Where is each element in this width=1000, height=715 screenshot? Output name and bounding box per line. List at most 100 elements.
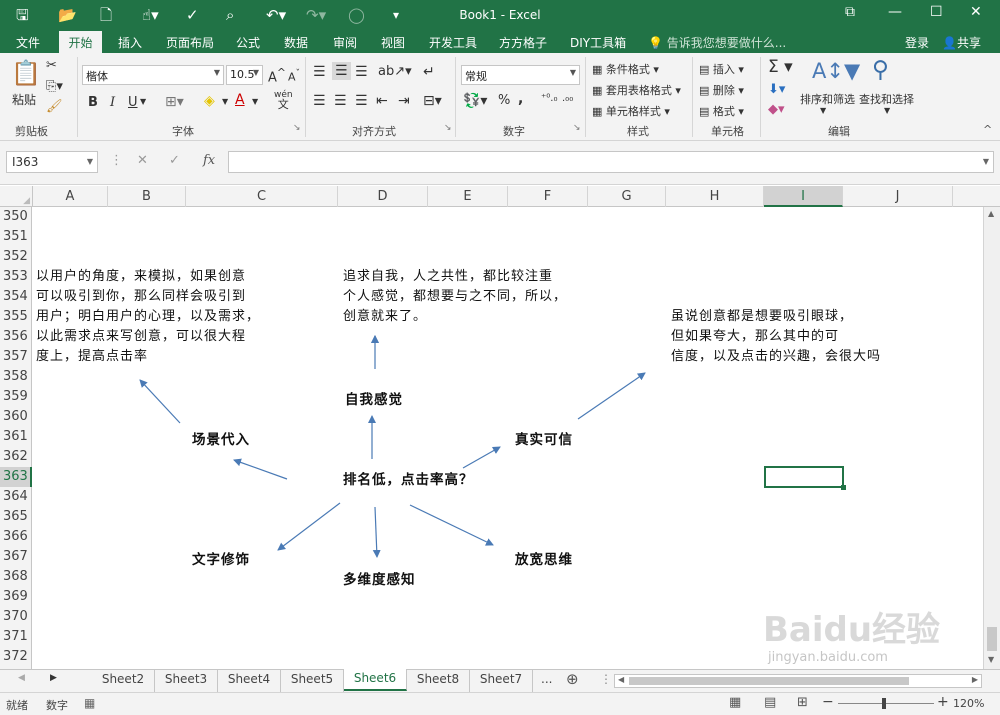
macro-record-icon[interactable]: ▦ <box>84 696 95 710</box>
sheet-tab-sheet3[interactable]: Sheet3 <box>155 670 218 692</box>
scroll-left-icon[interactable]: ◀ <box>618 675 624 684</box>
row-header[interactable]: 372 <box>0 647 32 667</box>
italic-button[interactable]: I <box>110 95 115 110</box>
tab-page-layout[interactable]: 页面布局 <box>166 34 214 51</box>
autosum-icon[interactable]: Σ ▾ <box>768 57 793 77</box>
row-header[interactable]: 360 <box>0 407 32 427</box>
format-painter-icon[interactable]: 🖌 <box>46 99 63 114</box>
fill-color-icon[interactable]: ◈ <box>204 93 215 109</box>
row-header[interactable]: 369 <box>0 587 32 607</box>
column-header-j[interactable]: J <box>843 186 953 207</box>
conditional-format-button[interactable]: ▦ 条件格式 ▾ <box>592 61 659 77</box>
chevron-down-icon[interactable]: ▼ <box>252 97 258 106</box>
formula-input[interactable]: ▼ <box>228 151 994 173</box>
row-header[interactable]: 359 <box>0 387 32 407</box>
tab-splitter-handle[interactable]: ⋮ <box>600 672 612 686</box>
copy-icon[interactable]: ⎘▾ <box>46 79 63 94</box>
vertical-scrollbar[interactable]: ▲ ▼ <box>983 207 1000 669</box>
dialog-launcher-icon[interactable]: ↘ <box>293 123 301 133</box>
comma-button[interactable]: , <box>518 91 523 107</box>
collapse-ribbon-icon[interactable]: ^ <box>983 123 992 136</box>
row-header[interactable]: 368 <box>0 567 32 587</box>
more-sheets-button[interactable]: ... <box>541 672 552 686</box>
row-header[interactable]: 355 <box>0 307 32 327</box>
row-header[interactable]: 363 <box>0 467 32 487</box>
sort-filter-button[interactable]: 排序和筛选 <box>800 91 855 107</box>
increase-indent-icon[interactable]: ⇥ <box>398 93 410 109</box>
sheet-tab-sheet6[interactable]: Sheet6 <box>344 669 407 691</box>
clear-icon[interactable]: ◆▾ <box>768 102 785 117</box>
drag-handle-icon[interactable]: ⋮ <box>110 153 123 168</box>
paste-button[interactable]: 粘贴 <box>12 91 36 108</box>
column-header-b[interactable]: B <box>108 186 186 207</box>
row-header[interactable]: 362 <box>0 447 32 467</box>
row-header[interactable]: 353 <box>0 267 32 287</box>
increase-decimal-icon[interactable]: ⁺⁰.₀ <box>541 93 557 104</box>
row-header[interactable]: 356 <box>0 327 32 347</box>
tab-formulas[interactable]: 公式 <box>236 34 260 51</box>
tell-me-search[interactable]: 💡 告诉我您想要做什么... <box>648 34 786 51</box>
border-icon[interactable]: ⊞▾ <box>165 94 184 110</box>
tab-scroll-left-icon[interactable]: ◀ <box>18 673 25 683</box>
row-header[interactable]: 365 <box>0 507 32 527</box>
scroll-thumb[interactable] <box>987 627 997 651</box>
column-header-c[interactable]: C <box>186 186 338 207</box>
login-link[interactable]: 登录 <box>905 34 929 51</box>
number-format-select[interactable]: 常规 ▼ <box>461 65 580 85</box>
align-right-icon[interactable]: ☰ <box>355 93 368 109</box>
column-header-g[interactable]: G <box>588 186 666 207</box>
fill-handle[interactable] <box>841 485 846 490</box>
tab-view[interactable]: 视图 <box>381 34 405 51</box>
chevron-down-icon[interactable]: ▼ <box>140 97 146 106</box>
cell-styles-button[interactable]: ▦ 单元格样式 ▾ <box>592 103 670 119</box>
sheet-tab-sheet2[interactable]: Sheet2 <box>92 670 155 692</box>
sheet-tab-sheet8[interactable]: Sheet8 <box>407 670 470 692</box>
zoom-level[interactable]: 120% <box>953 697 984 710</box>
chevron-down-icon[interactable]: ▼ <box>884 106 890 115</box>
find-select-button[interactable]: 查找和选择 <box>859 91 914 107</box>
wrap-text-icon[interactable]: ↵ <box>423 64 435 80</box>
cut-icon[interactable]: ✂ <box>46 58 57 73</box>
insert-function-button[interactable]: fx <box>203 153 215 168</box>
normal-view-icon[interactable]: ▦ <box>729 695 741 710</box>
column-header-i[interactable]: I <box>764 186 843 207</box>
font-color-icon[interactable]: A <box>235 92 245 108</box>
cancel-icon[interactable]: ✕ <box>137 153 148 168</box>
minimize-button[interactable]: — <box>888 4 902 20</box>
row-header[interactable]: 371 <box>0 627 32 647</box>
sheet-tab-sheet4[interactable]: Sheet4 <box>218 670 281 692</box>
page-layout-view-icon[interactable]: ▤ <box>764 695 776 710</box>
dialog-launcher-icon[interactable]: ↘ <box>444 123 452 133</box>
paste-icon[interactable]: 📋 <box>11 59 41 87</box>
row-header[interactable]: 358 <box>0 367 32 387</box>
zoom-in-icon[interactable]: + <box>937 694 949 710</box>
find-icon[interactable]: ⚲ <box>872 57 889 83</box>
enter-icon[interactable]: ✓ <box>169 153 180 168</box>
percent-button[interactable]: % <box>498 93 510 108</box>
column-header-d[interactable]: D <box>338 186 428 207</box>
zoom-slider-thumb[interactable] <box>882 698 886 709</box>
tab-ffgz[interactable]: 方方格子 <box>499 34 547 51</box>
tab-home[interactable]: 开始 <box>59 31 102 54</box>
align-left-icon[interactable]: ☰ <box>313 93 326 109</box>
tab-file[interactable]: 文件 <box>16 34 40 51</box>
tab-data[interactable]: 数据 <box>284 34 308 51</box>
tab-diy[interactable]: DIY工具箱 <box>570 34 626 51</box>
row-header[interactable]: 361 <box>0 427 32 447</box>
tab-insert[interactable]: 插入 <box>118 34 142 51</box>
column-header-f[interactable]: F <box>508 186 588 207</box>
ribbon-display-icon[interactable]: ⧉ <box>845 4 855 20</box>
row-header[interactable]: 370 <box>0 607 32 627</box>
shrink-font-icon[interactable]: Aˇ <box>288 68 300 84</box>
merge-center-icon[interactable]: ⊟▾ <box>423 93 442 109</box>
row-header[interactable]: 351 <box>0 227 32 247</box>
maximize-button[interactable]: ☐ <box>930 4 943 20</box>
tab-developer[interactable]: 开发工具 <box>429 34 477 51</box>
name-box[interactable]: I363 ▼ <box>6 151 98 173</box>
scroll-down-icon[interactable]: ▼ <box>988 655 994 664</box>
select-all-corner[interactable]: ◢ <box>0 186 33 207</box>
row-header[interactable]: 364 <box>0 487 32 507</box>
fill-icon[interactable]: ⬇▾ <box>768 82 785 97</box>
format-cells-button[interactable]: ▤ 格式 ▾ <box>699 103 744 119</box>
orientation-icon[interactable]: ab↗▾ <box>378 64 412 79</box>
